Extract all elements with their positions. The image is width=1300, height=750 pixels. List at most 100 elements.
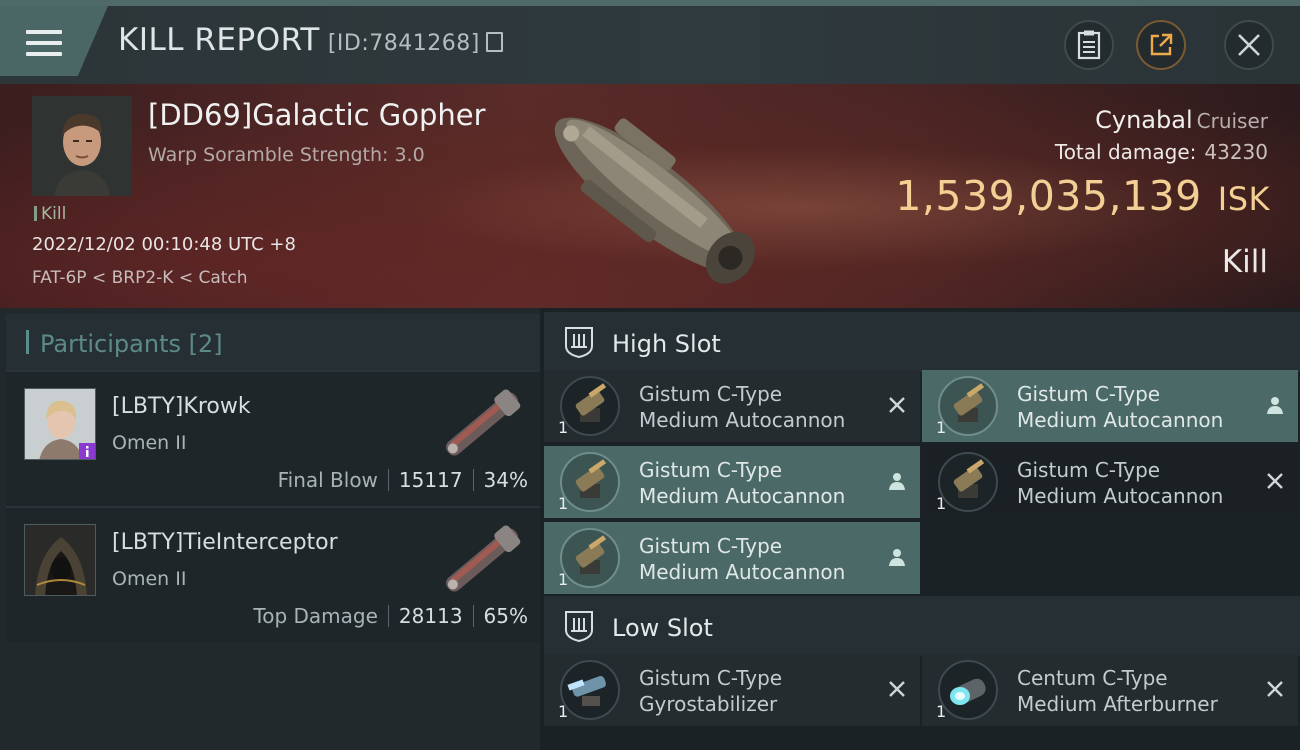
module-name: Gistum C-Type (639, 382, 783, 406)
module-item[interactable]: 1 Gistum C-Type Gyrostabilizer (544, 654, 920, 726)
module-item[interactable]: 1 Gistum C-Type Medium Autocannon (544, 522, 920, 594)
module-type: Medium Autocannon (639, 484, 846, 508)
high-slot-header: High Slot (544, 312, 1300, 372)
victim-ship-name: Cynabal (1095, 106, 1193, 134)
close-icon (1238, 34, 1260, 56)
kill-result: Kill (1221, 244, 1268, 280)
stat-divider (387, 469, 389, 491)
isk-amount: 1,539,035,139 (895, 172, 1202, 220)
share-icon (1150, 33, 1173, 56)
module-quantity: 1 (558, 494, 569, 513)
participant-avatar[interactable] (24, 524, 96, 596)
fitting-panel: High Slot 1 Gistum C-Type Medium Autocan… (544, 308, 1300, 750)
warp-scramble-strength: Warp Soramble Strength: 3.0 (148, 144, 425, 166)
destroyed-icon (1267, 473, 1283, 489)
module-name: Gistum C-Type (639, 534, 783, 558)
destroyed-icon (889, 681, 905, 697)
total-damage-label: Total damage: (1054, 140, 1197, 164)
kill-tag-label: Kill (41, 204, 67, 224)
module-quantity: 1 (558, 418, 569, 437)
participant-stats: Top Damage 28113 65% (253, 604, 528, 628)
participant-name[interactable]: [LBTY]Krowk (112, 394, 251, 419)
participant-ship-image[interactable] (436, 382, 528, 466)
title-bar-edge (0, 0, 1300, 6)
module-type: Medium Afterburner (1017, 692, 1218, 716)
person-icon (889, 473, 905, 490)
total-damage-value: 43230 (1204, 140, 1268, 164)
module-item[interactable]: 1 Gistum C-Type Medium Autocannon (544, 446, 920, 518)
participants-header: Participants [2] (6, 314, 540, 370)
close-button[interactable] (1224, 20, 1274, 70)
module-icon (560, 376, 620, 436)
module-icon (560, 452, 620, 512)
module-item[interactable]: 1 Gistum C-Type Medium Autocannon (544, 370, 920, 442)
participants-title-text: Participants (40, 330, 181, 358)
module-name: Gistum C-Type (1017, 382, 1161, 406)
participant-damage: 15117 (398, 468, 463, 492)
module-name: Centum C-Type (1017, 666, 1168, 690)
destroyed-icon (1267, 681, 1283, 697)
share-button[interactable] (1136, 20, 1186, 70)
kill-location[interactable]: FAT-6P < BRP2-K < Catch (32, 268, 248, 288)
victim-panel: [DD69]Galactic Gopher Warp Soramble Stre… (0, 84, 1300, 308)
copy-icon[interactable] (485, 32, 503, 52)
module-icon (938, 376, 998, 436)
module-name: Gistum C-Type (639, 458, 783, 482)
kill-timestamp: 2022/12/02 00:10:48 UTC +8 (32, 234, 296, 255)
page-title-text: KILL REPORT (118, 22, 320, 58)
module-quantity: 1 (558, 702, 569, 721)
participants-count: [2] (188, 330, 223, 358)
menu-button[interactable] (0, 6, 108, 76)
module-icon (560, 528, 620, 588)
participants-title: Participants [2] (40, 330, 223, 358)
module-type: Medium Autocannon (639, 560, 846, 584)
module-type: Medium Autocannon (1017, 484, 1224, 508)
victim-avatar[interactable] (32, 96, 132, 196)
isk-unit: ISK (1217, 180, 1270, 218)
participant-percent: 65% (483, 604, 528, 628)
module-icon (938, 452, 998, 512)
module-type: Medium Autocannon (639, 408, 846, 432)
victim-name[interactable]: [DD69]Galactic Gopher (148, 98, 486, 132)
victim-portrait-image (32, 96, 132, 196)
module-name: Gistum C-Type (639, 666, 783, 690)
participant-avatar[interactable] (24, 388, 96, 460)
module-item[interactable]: 1 Gistum C-Type Medium Autocannon (922, 370, 1298, 442)
module-icon (938, 660, 998, 720)
stat-divider (472, 469, 474, 491)
low-slot-icon (565, 611, 593, 642)
total-damage: Total damage: 43230 (1055, 140, 1268, 164)
participant-percent: 34% (483, 468, 528, 492)
high-slot-title: High Slot (612, 330, 721, 358)
victim-ship[interactable]: Cynabal Cruiser (1095, 106, 1268, 134)
module-item[interactable]: 1 Centum C-Type Medium Afterburner (922, 654, 1298, 726)
participant-portrait-image (25, 525, 95, 595)
participant-damage: 28113 (398, 604, 463, 628)
low-slot-header: Low Slot (544, 596, 1300, 656)
person-icon (889, 549, 905, 566)
module-type: Medium Autocannon (1017, 408, 1224, 432)
participant-stats: Final Blow 15117 34% (278, 468, 528, 492)
page-title: KILL REPORT [ID:7841268] (118, 22, 503, 58)
participant-card[interactable]: [LBTY]Krowk Omen II Final Blow 15117 34% (6, 370, 540, 506)
module-quantity: 1 (936, 494, 947, 513)
victim-ship-class: Cruiser (1196, 109, 1268, 133)
victim-ship-image[interactable] (520, 90, 780, 300)
participant-ship: Omen II (112, 568, 187, 590)
stat-divider (472, 605, 474, 627)
person-icon (1267, 397, 1283, 414)
participant-ship-image[interactable] (436, 518, 528, 602)
participant-card[interactable]: [LBTY]TieInterceptor Omen II Top Damage 2… (6, 506, 540, 642)
participant-portrait-image (25, 389, 95, 459)
module-type: Gyrostabilizer (639, 692, 778, 716)
clipboard-button[interactable] (1064, 20, 1114, 70)
participants-panel: Participants [2] [LBTY]Krowk Omen II Fin… (0, 308, 540, 750)
low-slot-title: Low Slot (612, 614, 713, 642)
module-quantity: 1 (936, 418, 947, 437)
stat-divider (387, 605, 389, 627)
participant-ship: Omen II (112, 432, 187, 454)
module-item[interactable]: 1 Gistum C-Type Medium Autocannon (922, 446, 1298, 518)
participant-name[interactable]: [LBTY]TieInterceptor (112, 530, 338, 555)
module-name: Gistum C-Type (1017, 458, 1161, 482)
participants-header-marker (26, 330, 29, 354)
